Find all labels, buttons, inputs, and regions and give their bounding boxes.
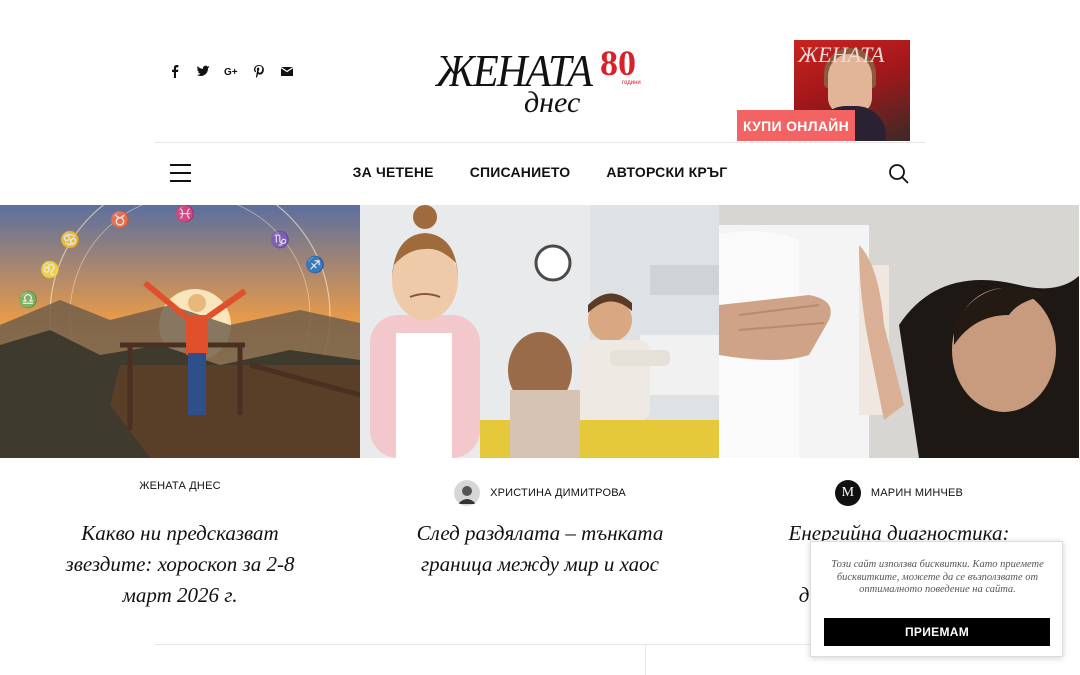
logo-anniversary-number: 80 [600,43,636,83]
article-author[interactable]: ЖЕНАТА ДНЕС [0,480,360,492]
svg-text:♌: ♌ [40,260,60,279]
svg-text:G+: G+ [224,67,238,78]
article-image-energy[interactable] [719,205,1079,458]
social-links: G+ [168,64,294,78]
logo-sub: днес [524,86,581,119]
google-plus-icon[interactable]: G+ [224,64,238,78]
article-image-separation[interactable] [360,205,720,458]
pinterest-icon[interactable] [252,64,266,78]
facebook-icon[interactable] [168,64,182,78]
author-name: МАРИН МИНЧЕВ [870,487,964,499]
bottom-divider [155,644,915,645]
article-headline[interactable]: След раздялата – тънката граница между м… [400,518,680,580]
author-name: ЖЕНАТА ДНЕС [139,480,221,492]
buy-online-button[interactable]: КУПИ ОНЛАЙН [737,110,855,141]
site-logo[interactable]: ЖЕНАТА днес 80 години [436,42,656,122]
cookie-consent-banner: Този сайт използва бисквитки. Като прием… [810,541,1063,657]
twitter-icon[interactable] [196,64,210,78]
nav-item-authors[interactable]: АВТОРСКИ КРЪГ [606,164,727,180]
accept-cookies-button[interactable]: ПРИЕМАМ [824,618,1050,646]
article-card-horoscope[interactable]: ♌ ♋ ♉ ♓ ♑ ♐ ♎ ЖЕНАТА ДНЕС Какво ни предс… [0,205,360,675]
article-image-horoscope[interactable]: ♌ ♋ ♉ ♓ ♑ ♐ ♎ [0,205,360,458]
article-card-separation[interactable]: ХРИСТИНА ДИМИТРОВА След раздялата – тънк… [360,205,720,675]
svg-text:♑: ♑ [270,230,290,249]
article-author[interactable]: M МАРИН МИНЧЕВ [719,480,1079,506]
nav-item-reading[interactable]: ЗА ЧЕТЕНЕ [353,164,434,180]
svg-text:♎: ♎ [18,290,38,309]
header-divider [155,142,925,143]
nav-item-magazine[interactable]: СПИСАНИЕТО [470,164,571,180]
author-name: ХРИСТИНА ДИМИТРОВА [490,487,626,499]
main-nav: ЗА ЧЕТЕНЕ СПИСАНИЕТО АВТОРСКИ КРЪГ [0,164,1080,180]
site-header: G+ ЖЕНАТА днес 80 години ЖЕНАТА 2026 КУП… [0,0,1080,205]
mail-icon[interactable] [280,64,294,78]
cookie-text: Този сайт използва бисквитки. Като прием… [831,559,1044,595]
article-headline[interactable]: Какво ни предсказват звездите: хороскоп … [40,518,320,611]
logo-anniversary-years: години [622,80,641,86]
article-author[interactable]: ХРИСТИНА ДИМИТРОВА [360,480,720,506]
bottom-column-divider [645,644,646,675]
author-avatar [454,480,481,506]
author-avatar: M [834,480,861,506]
svg-text:♋: ♋ [60,230,80,249]
magazine-cover-title: ЖЕНАТА [798,42,885,67]
svg-text:♓: ♓ [175,205,195,223]
search-icon[interactable] [888,163,910,185]
svg-text:♉: ♉ [110,210,130,229]
svg-text:♐: ♐ [305,255,325,274]
